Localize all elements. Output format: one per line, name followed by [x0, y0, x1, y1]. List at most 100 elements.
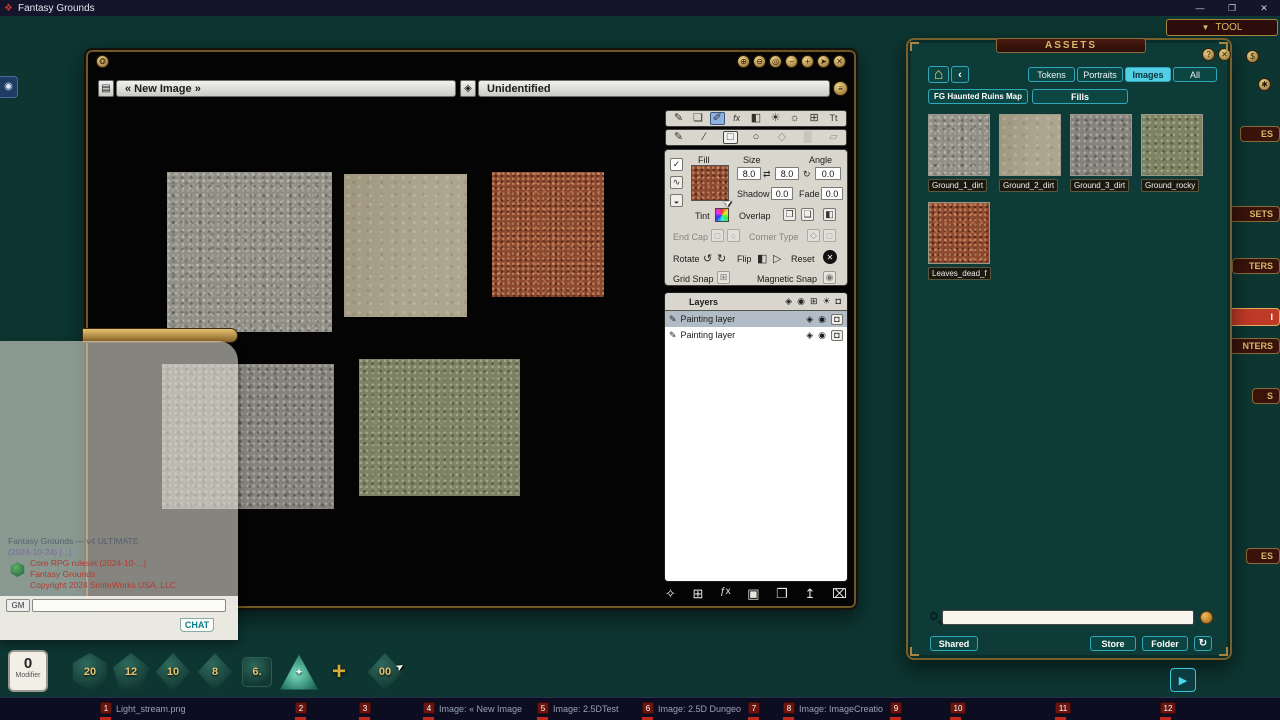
end-cap-1-icon[interactable]: □	[711, 229, 724, 242]
chat-input[interactable]	[32, 599, 226, 612]
hotkey-slot-8[interactable]: 8	[783, 702, 795, 714]
gm-identity-chip[interactable]: GM	[6, 599, 30, 612]
hotkey-slot-5[interactable]: 5	[537, 702, 549, 714]
d4-die[interactable]: ✦	[280, 653, 318, 691]
flip-vertical-icon[interactable]: ▷	[773, 252, 781, 265]
back-button[interactable]: ‹	[951, 66, 969, 83]
reset-button[interactable]: ✕	[823, 250, 837, 264]
settings-gear-button[interactable]: ✱	[1258, 78, 1271, 91]
shared-button[interactable]: Shared	[930, 636, 978, 651]
search-submit-button[interactable]	[1200, 611, 1213, 624]
modifier-box[interactable]: 0 Modifier	[8, 650, 48, 692]
folder-button[interactable]: Folder	[1142, 636, 1188, 651]
fx-tool-icon[interactable]: fx	[729, 114, 744, 123]
sidebar-item-s-partial[interactable]: S	[1252, 388, 1280, 404]
pointer-mode-button[interactable]: ➤	[817, 55, 830, 68]
store-dollar-button[interactable]: $	[1246, 50, 1259, 63]
play-button[interactable]: ▶	[1170, 668, 1196, 692]
tab-all[interactable]: All	[1173, 67, 1217, 82]
hotkey-label[interactable]: Image: 2.5DTest	[553, 704, 619, 714]
size-link-icon[interactable]: ⇄	[763, 169, 771, 180]
shadow-input[interactable]: 0.0	[771, 187, 793, 200]
minimize-button[interactable]: —	[1184, 3, 1216, 14]
overlap-mode-1-icon[interactable]: ❐	[783, 208, 796, 221]
layer-lock-icon[interactable]: ◘	[836, 297, 841, 306]
shrink-button[interactable]: −	[785, 55, 798, 68]
d10-die[interactable]: 10	[154, 653, 192, 691]
asset-thumbnail-rocky[interactable]	[1141, 114, 1203, 176]
asset-thumbnail-ground-1[interactable]	[928, 114, 990, 176]
draw-erase-icon[interactable]: ▱	[826, 132, 841, 143]
hotkey-label[interactable]: Light_stream.png	[116, 704, 186, 714]
light-tool-icon[interactable]: ☀	[768, 113, 783, 124]
hotkey-label[interactable]: Image: « New Image	[439, 704, 522, 714]
wand-icon[interactable]: ✧	[665, 587, 676, 600]
tool-menu-button[interactable]: ▼ TOOL	[1166, 19, 1278, 36]
layer-row[interactable]: ✎ Painting layer ◈ ◉ ◘	[665, 327, 847, 343]
image-name-field[interactable]: « New Image »	[116, 80, 456, 97]
canvas-texture-rocky[interactable]	[359, 359, 520, 496]
d8-die[interactable]: 8	[196, 653, 234, 691]
zoom-in-button[interactable]: ⊕	[737, 55, 750, 68]
row-eye-icon[interactable]: ◉	[818, 315, 826, 324]
draw-pencil-icon[interactable]: ✎	[671, 132, 686, 143]
size-width-input[interactable]: 8.0	[737, 167, 761, 180]
identify-icon-button[interactable]: ◈	[460, 80, 476, 97]
assets-title-tab[interactable]: ASSETS	[996, 38, 1146, 53]
tab-images[interactable]: Images	[1125, 67, 1171, 82]
draw-circle-icon[interactable]: ○	[748, 132, 763, 143]
rotate-ccw-icon[interactable]: ↺	[703, 252, 712, 265]
asset-thumbnail-leaves[interactable]	[928, 202, 990, 264]
hotkey-slot-3[interactable]: 3	[359, 702, 371, 714]
grid-add-icon[interactable]: ⊞	[693, 587, 704, 600]
zoom-out-button[interactable]: ⊖	[753, 55, 766, 68]
overlap-mode-2-icon[interactable]: ❏	[801, 208, 814, 221]
export-icon[interactable]: ↥	[804, 587, 815, 600]
draw-line-icon[interactable]: ∕	[697, 132, 712, 143]
hotkey-slot-12[interactable]: 12	[1160, 702, 1176, 714]
fade-input[interactable]: 0.0	[821, 187, 843, 200]
new-folder-icon[interactable]: ▣	[747, 587, 759, 600]
d20-die[interactable]: 20	[71, 653, 109, 691]
brush-tool-icon[interactable]: ✐	[710, 112, 725, 125]
record-icon-button[interactable]: ▤	[98, 80, 114, 97]
row-lock-toggle[interactable]: ◘	[831, 330, 843, 341]
hotkey-label[interactable]: Image: ImageCreatio	[799, 704, 883, 714]
magnetic-snap-toggle[interactable]: ◉	[823, 271, 836, 284]
text-tool-icon[interactable]: Tt	[826, 114, 841, 123]
hotkey-label[interactable]: Image: 2.5D Dungeo	[658, 704, 741, 714]
layer-light-icon[interactable]: ☀	[822, 297, 830, 306]
sidebar-item-tables-partial[interactable]: ES	[1246, 548, 1280, 564]
sidebar-item-images-partial[interactable]: ES	[1240, 126, 1280, 142]
draw-poly-icon[interactable]: ◇	[774, 132, 789, 143]
hotkey-slot-2[interactable]: 2	[295, 702, 307, 714]
chat-tab-button[interactable]: CHAT	[180, 618, 214, 632]
hotkey-slot-11[interactable]: 11	[1055, 702, 1071, 714]
flip-horizontal-icon[interactable]: ◧	[757, 252, 767, 265]
layer-grid-icon[interactable]: ⊞	[810, 297, 818, 306]
home-button[interactable]: ⌂	[928, 66, 949, 83]
curve-mode-icon[interactable]: ∿	[670, 176, 683, 189]
size-height-input[interactable]: 8.0	[775, 167, 799, 180]
overlap-mode-3-icon[interactable]: ◧	[823, 208, 836, 221]
row-link-icon[interactable]: ◈	[806, 331, 813, 340]
row-lock-toggle[interactable]: ◘	[831, 314, 843, 325]
layer-row-selected[interactable]: ✎ Painting layer ◈ ◉ ◘	[665, 311, 847, 327]
close-button[interactable]: ✕	[1248, 3, 1280, 14]
angle-input[interactable]: 0.0	[815, 167, 841, 180]
asset-search-input[interactable]	[942, 610, 1194, 625]
grid-tool-icon[interactable]: ⊞	[807, 113, 822, 124]
tab-tokens[interactable]: Tokens	[1028, 67, 1075, 82]
image-id-field[interactable]: Unidentified	[478, 80, 830, 97]
d6-die[interactable]: 6.	[242, 657, 272, 687]
rotate-cw-icon[interactable]: ↻	[717, 252, 726, 265]
hotkey-slot-9[interactable]: 9	[890, 702, 902, 714]
d12-die[interactable]: 12	[112, 653, 150, 691]
canvas-texture-leaves[interactable]	[492, 172, 604, 297]
layers-tool-icon[interactable]: ❏	[690, 113, 705, 124]
bucket-fill-icon[interactable]: ◒	[670, 194, 683, 207]
sidebar-flyout-button[interactable]: ◉	[0, 76, 18, 98]
sidebar-item-assets-partial[interactable]: SETS	[1228, 206, 1280, 222]
fill-texture-preview[interactable]	[691, 165, 729, 201]
grid-snap-toggle[interactable]: ⊞	[717, 271, 730, 284]
